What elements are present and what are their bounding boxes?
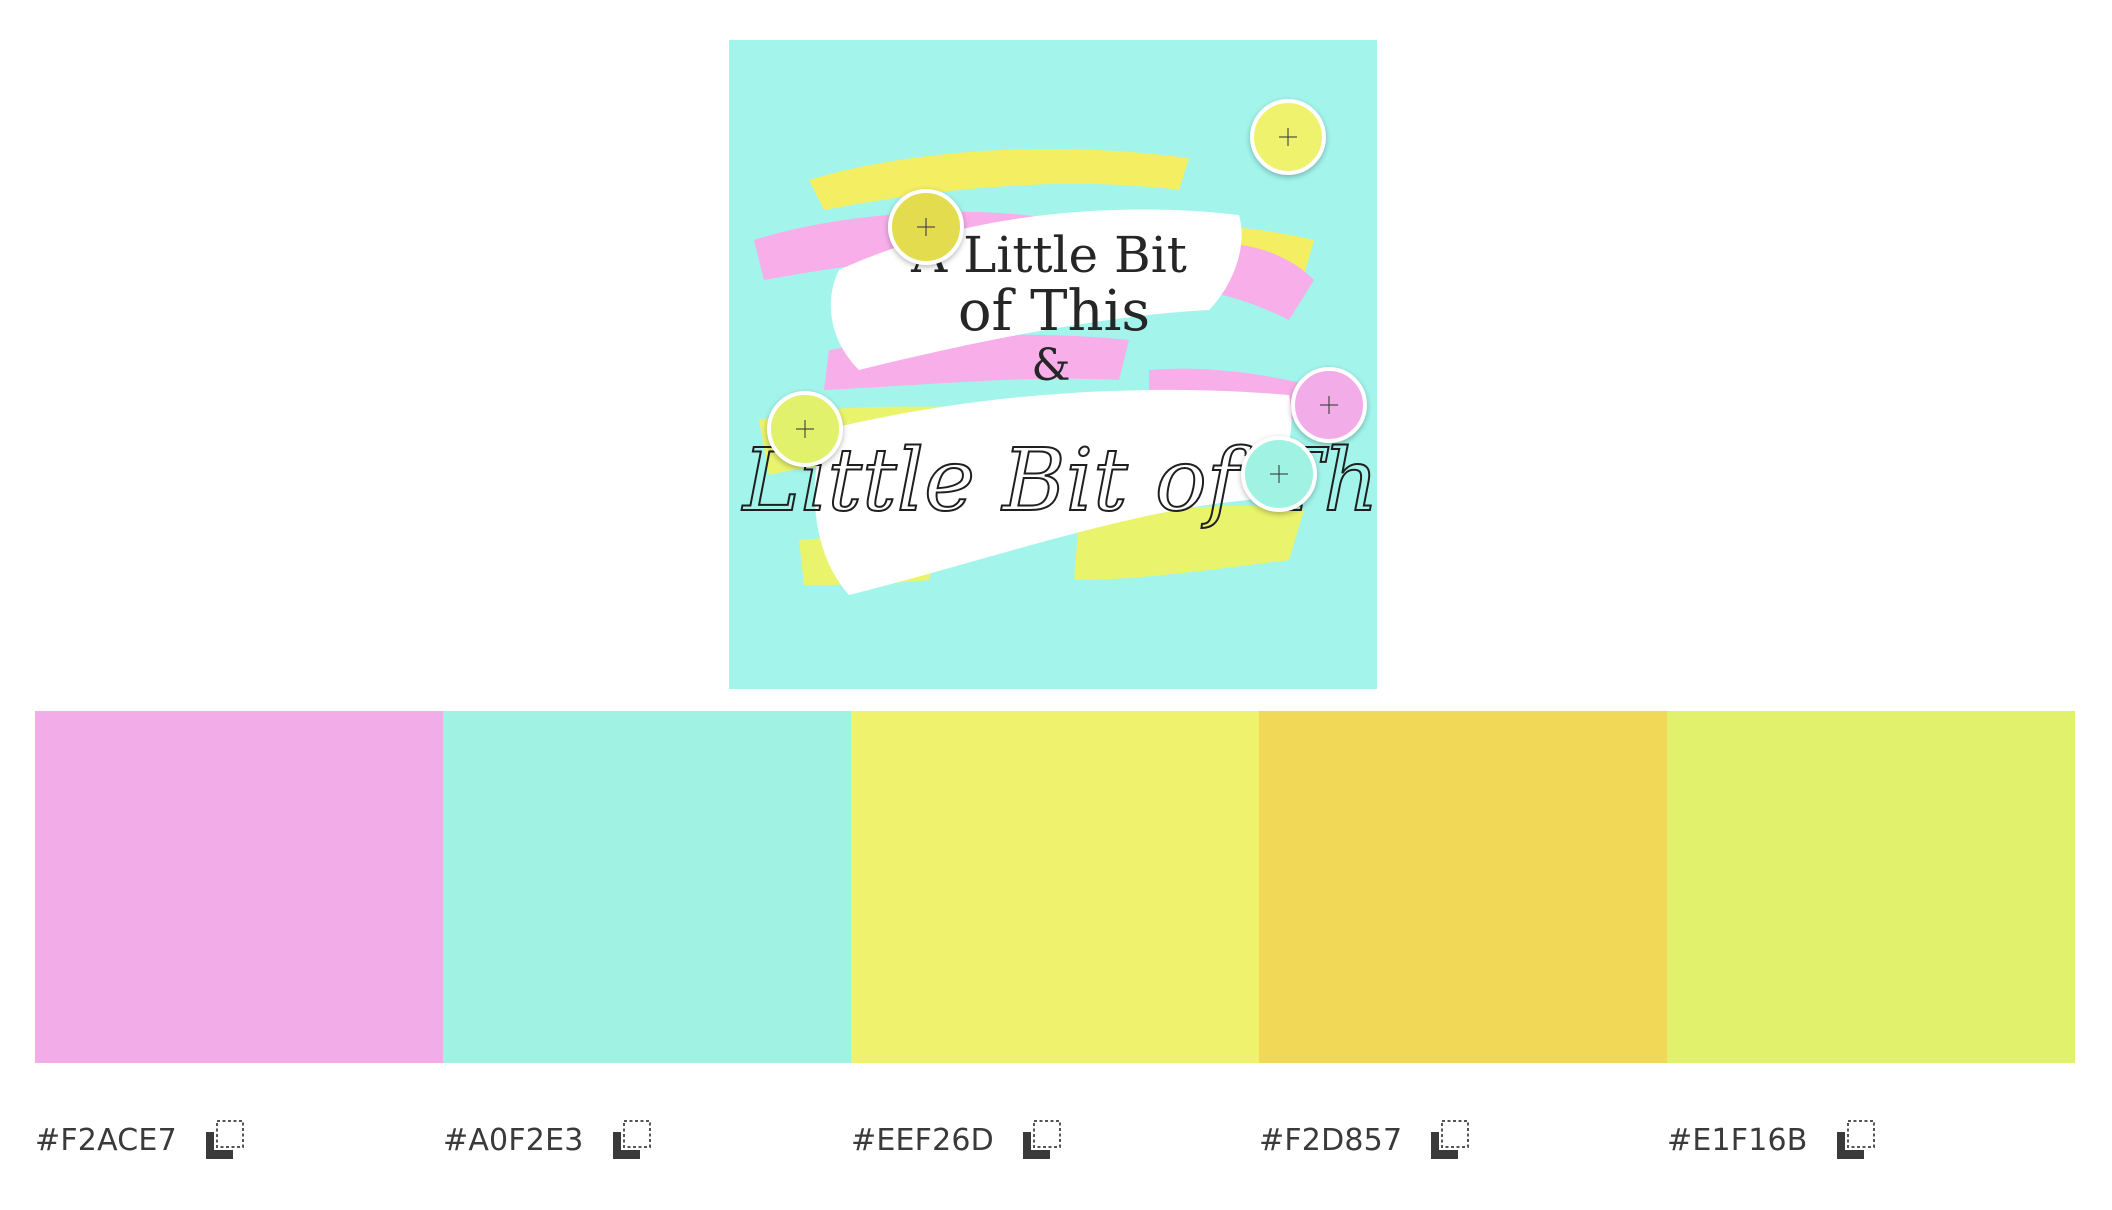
copy-icon[interactable] — [203, 1118, 247, 1162]
artwork-title-line2: of This — [958, 279, 1150, 344]
copy-icon[interactable] — [610, 1118, 654, 1162]
swatch-label: #EEF26D — [851, 1110, 1259, 1170]
source-image: A Little Bit of This & A Little Bit of T… — [729, 40, 1377, 689]
copy-icon[interactable] — [1428, 1118, 1472, 1162]
hex-code: #E1F16B — [1667, 1122, 1808, 1158]
swatch-label: #A0F2E3 — [443, 1110, 851, 1170]
swatch-label: #E1F16B — [1667, 1110, 2075, 1170]
color-picker-marker[interactable] — [1291, 367, 1367, 443]
plus-icon — [1279, 128, 1297, 146]
color-swatch[interactable] — [443, 711, 851, 1063]
color-picker-marker[interactable] — [1250, 99, 1326, 175]
plus-icon — [1320, 396, 1338, 414]
hex-code: #F2ACE7 — [35, 1122, 177, 1158]
plus-icon — [1270, 465, 1288, 483]
color-swatch[interactable] — [851, 711, 1259, 1063]
swatch-label: #F2ACE7 — [35, 1110, 443, 1170]
color-swatch[interactable] — [1667, 711, 2075, 1063]
color-picker-marker[interactable] — [1241, 436, 1317, 512]
color-swatch[interactable] — [1259, 711, 1667, 1063]
palette-labels: #F2ACE7 #A0F2E3 #EEF26D #F2D857 #E1F16B — [35, 1110, 2075, 1170]
artwork-ampersand: & — [1031, 340, 1070, 391]
color-picker-marker[interactable] — [888, 189, 964, 265]
hex-code: #EEF26D — [851, 1122, 994, 1158]
plus-icon — [796, 420, 814, 438]
plus-icon — [917, 218, 935, 236]
copy-icon[interactable] — [1834, 1118, 1878, 1162]
copy-icon[interactable] — [1020, 1118, 1064, 1162]
color-swatch[interactable] — [35, 711, 443, 1063]
swatch-label: #F2D857 — [1259, 1110, 1667, 1170]
color-picker-marker[interactable] — [767, 391, 843, 467]
hex-code: #A0F2E3 — [443, 1122, 584, 1158]
color-palette — [35, 711, 2075, 1063]
hex-code: #F2D857 — [1259, 1122, 1403, 1158]
